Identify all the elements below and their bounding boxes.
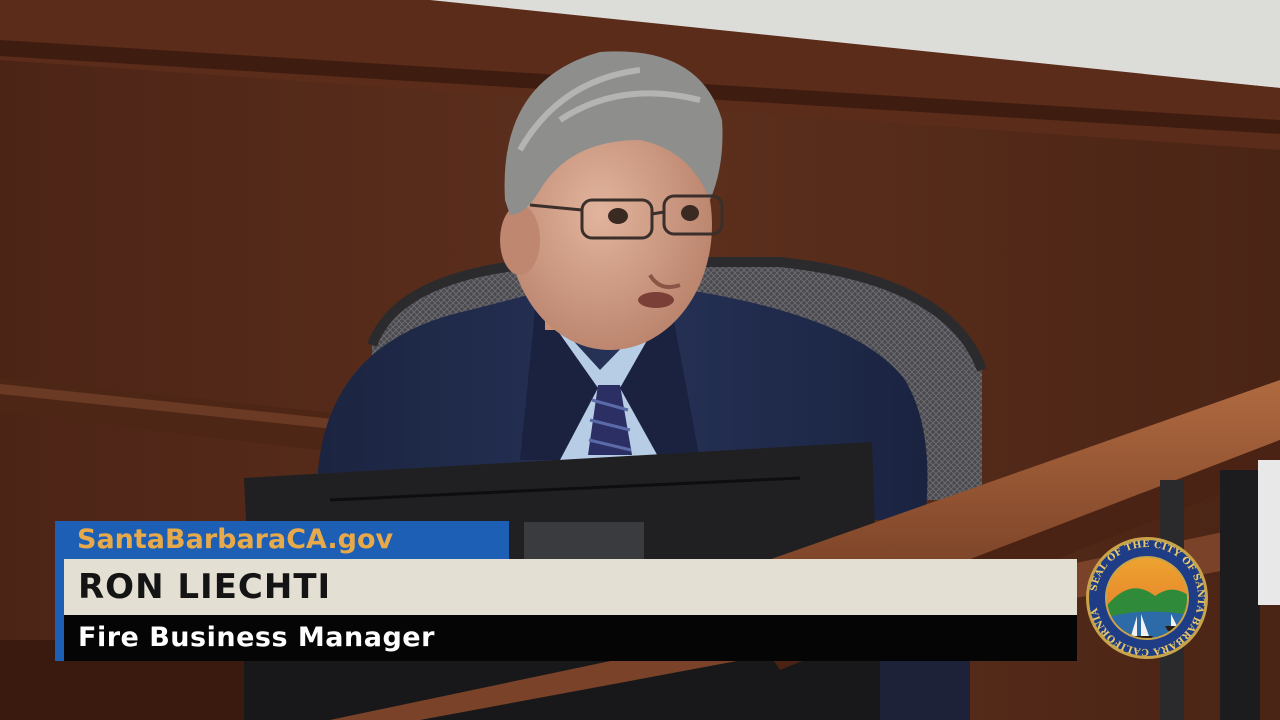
lower-third-banner: SantaBarbaraCA.gov RON LIECHTI Fire Busi… xyxy=(55,521,1077,661)
video-frame: SantaBarbaraCA.gov RON LIECHTI Fire Busi… xyxy=(0,0,1280,720)
mouth xyxy=(638,292,674,308)
banner-accent xyxy=(55,559,64,661)
speaker-title: Fire Business Manager xyxy=(64,615,1077,661)
website-url: SantaBarbaraCA.gov xyxy=(55,521,509,559)
city-seal-logo: SEAL OF THE CITY OF SANTA BARBARA CALIFO… xyxy=(1086,537,1208,659)
speaker-name: RON LIECHTI xyxy=(64,559,1077,615)
